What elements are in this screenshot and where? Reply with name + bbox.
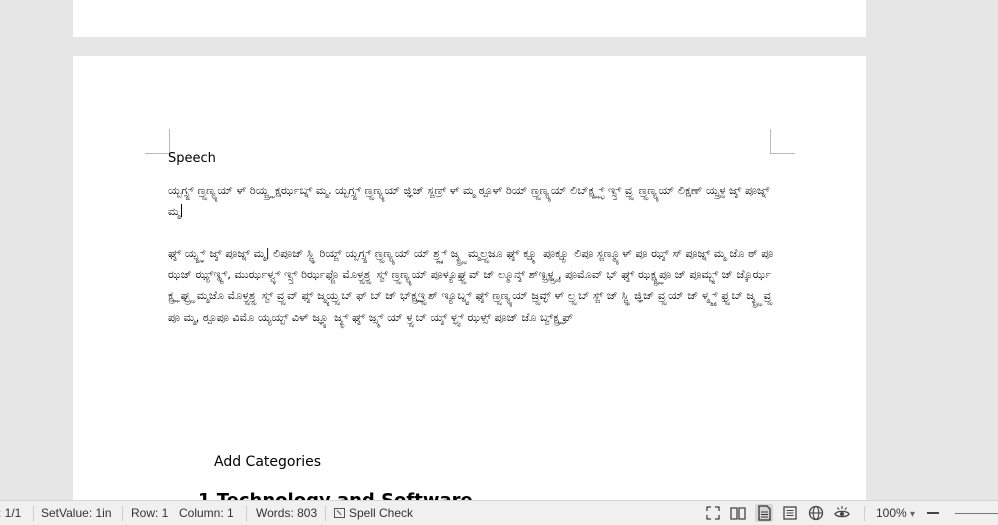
zoom-value: 100%	[876, 506, 907, 520]
margin-corner-top-right	[770, 129, 795, 154]
web-view-icon[interactable]	[807, 504, 825, 522]
read-mode-icon[interactable]	[833, 504, 851, 522]
add-categories-heading[interactable]: Add Categories	[214, 454, 321, 470]
status-divider	[122, 506, 123, 521]
outline-view-icon[interactable]	[781, 504, 799, 522]
status-divider	[33, 506, 34, 521]
status-divider	[864, 506, 865, 521]
status-divider	[246, 506, 247, 521]
spell-check-label: Spell Check	[349, 506, 414, 520]
fullscreen-icon[interactable]	[704, 504, 722, 522]
text-cursor	[181, 204, 183, 218]
paragraph-2[interactable]: ಘ್ಶ್ ಯ್ಸ್ಜ್ಞ್ ಜ್ಶ್ ಪೂಜ್ನ್ ಮ್ಮ| ಲಿಪೂಜ್ ಸ್…	[168, 243, 778, 328]
book-view-icon[interactable]	[729, 504, 747, 522]
word-count[interactable]: Words: 803	[256, 506, 317, 520]
page-view-icon[interactable]	[755, 504, 773, 522]
previous-page	[73, 0, 866, 37]
paragraph-1[interactable]: ಯ್ಬಗ್ಸ್ಜ್ ಣ್ರ್ಝಣ್ಯ್ಯಯ್ ಳ್ ರಿಯ್ಜ್ರ್ಝ ಕ್ಷರ…	[168, 180, 778, 222]
margin-corner-top-left	[145, 129, 170, 154]
zoom-out-button[interactable]	[927, 512, 939, 514]
spell-check-toggle[interactable]: Spell Check	[334, 506, 413, 520]
zoom-slider[interactable]	[955, 513, 998, 514]
column-indicator: Column: 1	[179, 506, 234, 520]
page-indicator: : 1/1	[0, 506, 22, 520]
row-indicator: Row: 1	[131, 506, 169, 520]
zoom-dropdown-icon: ▾	[910, 509, 916, 520]
setvalue-indicator[interactable]: SetValue: 1in	[41, 506, 112, 520]
spell-check-icon	[334, 508, 345, 518]
status-bar: : 1/1 SetValue: 1in Row: 1 Column: 1 Wor…	[0, 500, 998, 525]
status-divider	[325, 506, 326, 521]
document-page[interactable]: Speech ಯ್ಬಗ್ಸ್ಜ್ ಣ್ರ್ಝಣ್ಯ್ಯಯ್ ಳ್ ರಿಯ್ಜ್ರ…	[73, 56, 866, 516]
document-heading[interactable]: Speech	[168, 151, 216, 166]
zoom-level[interactable]: 100% ▾	[876, 506, 915, 520]
paragraph-1-text[interactable]: ಯ್ಬಗ್ಸ್ಜ್ ಣ್ರ್ಝಣ್ಯ್ಯಯ್ ಳ್ ರಿಯ್ಜ್ರ್ಝ ಕ್ಷರ…	[168, 184, 770, 218]
